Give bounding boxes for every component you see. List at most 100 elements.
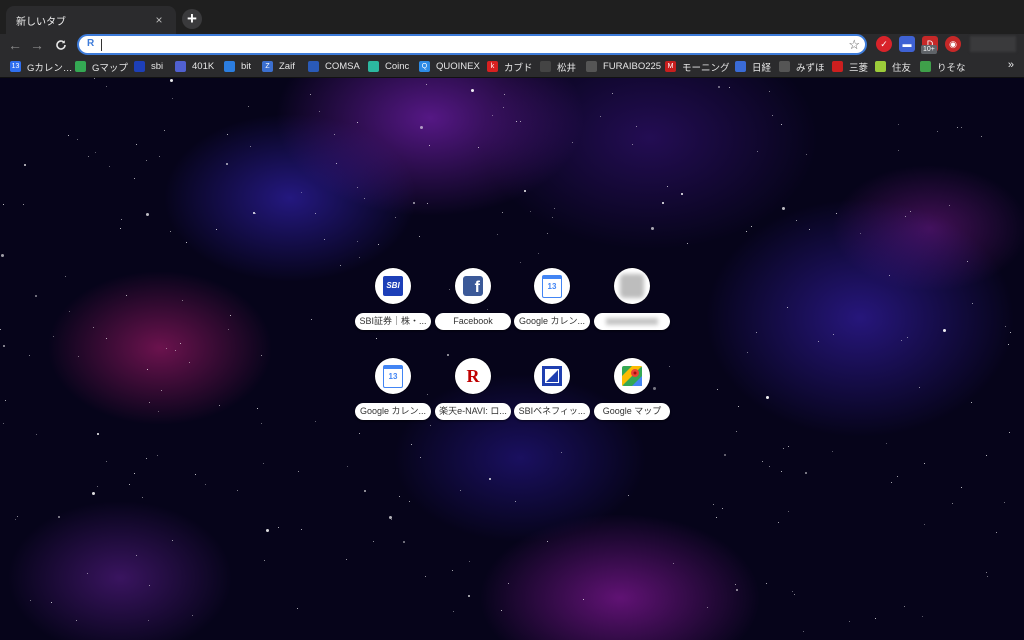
- star-dot: [772, 115, 773, 116]
- star-dot: [781, 124, 782, 125]
- star-dot: [411, 444, 412, 445]
- star-dot: [489, 478, 491, 480]
- star-dot: [716, 517, 717, 518]
- star-dot: [547, 541, 548, 542]
- star-dot: [972, 303, 973, 304]
- star-dot: [17, 516, 18, 517]
- star-dot: [301, 529, 302, 530]
- star-dot: [769, 466, 770, 467]
- sbi-icon: SBI: [375, 268, 411, 304]
- star-dot: [809, 229, 810, 230]
- star-dot: [501, 610, 502, 611]
- star-dot: [738, 406, 739, 407]
- star-dot: [904, 606, 905, 607]
- bookmarks-overflow-icon[interactable]: »: [1008, 59, 1014, 71]
- profile-avatar[interactable]: [970, 36, 1016, 52]
- shortcut-tile[interactable]: SBI SBI証券｜株・...: [355, 268, 431, 338]
- bookmark-item[interactable]: Coinc: [368, 59, 409, 74]
- bookmark-label: Gマップ: [92, 62, 128, 74]
- shortcut-label: Google カレン...: [514, 313, 590, 330]
- shortcut-tile[interactable]: 13 Google カレン...: [355, 358, 431, 428]
- bookmark-item[interactable]: COMSA: [308, 59, 360, 74]
- shortcut-tile[interactable]: Google マップ: [594, 358, 670, 428]
- tab-strip: 新しいタブ × +: [0, 0, 1024, 34]
- star-dot: [782, 207, 785, 210]
- shortcut-tile[interactable]: f Facebook: [435, 268, 511, 338]
- star-dot: [757, 151, 758, 152]
- star-dot: [413, 202, 415, 204]
- star-dot: [420, 126, 423, 129]
- star-dot: [783, 448, 784, 449]
- bookmark-item[interactable]: 住友: [875, 59, 911, 74]
- mufg-icon: [832, 61, 843, 72]
- star-dot: [334, 134, 335, 135]
- bookmark-item[interactable]: k カブド: [487, 59, 533, 74]
- bookmark-item[interactable]: FURAIBO225: [586, 59, 661, 74]
- extension-red-icon[interactable]: ✓: [876, 36, 892, 52]
- bookmark-label: カブド: [504, 62, 533, 74]
- star-dot: [68, 135, 69, 136]
- facebook-icon: f: [455, 268, 491, 304]
- extension-chat-icon[interactable]: ▬: [899, 36, 915, 52]
- close-icon[interactable]: ×: [152, 13, 166, 27]
- bookmark-item[interactable]: Z Zaif: [262, 59, 295, 74]
- star-dot: [180, 343, 181, 344]
- star-dot: [735, 584, 736, 585]
- address-input[interactable]: [103, 37, 827, 54]
- shortcut-tile[interactable]: [594, 268, 670, 338]
- star-dot: [94, 78, 95, 79]
- star-dot: [391, 519, 392, 520]
- tab-new-tab[interactable]: 新しいタブ ×: [6, 6, 176, 34]
- star-dot: [907, 337, 908, 338]
- bookmark-item[interactable]: sbi: [134, 59, 163, 74]
- shortcut-tile[interactable]: R 楽天e-NAVI: ロ...: [435, 358, 511, 428]
- star-dot: [718, 86, 720, 88]
- star-dot: [36, 434, 37, 435]
- bookmark-item[interactable]: Q QUOINEX: [419, 59, 480, 74]
- extension-round-icon[interactable]: ◉: [945, 36, 961, 52]
- bookmark-item[interactable]: Gマップ: [75, 59, 128, 74]
- star-dot: [952, 503, 953, 504]
- star-dot: [146, 458, 147, 459]
- star-dot: [901, 340, 902, 341]
- star-dot: [255, 213, 256, 214]
- bookmark-item[interactable]: 401K: [175, 59, 214, 74]
- bookmark-label: Zaif: [279, 61, 295, 72]
- star-dot: [1010, 332, 1011, 333]
- star-dot: [729, 87, 730, 88]
- bookmark-label: Coinc: [385, 61, 410, 72]
- star-dot: [981, 136, 982, 137]
- star-dot: [425, 576, 426, 577]
- star-dot: [336, 163, 337, 164]
- forward-arrow-icon[interactable]: →: [28, 36, 46, 54]
- bookmark-item[interactable]: 三菱: [832, 59, 868, 74]
- star-dot: [722, 508, 723, 509]
- page-icon: [586, 61, 597, 72]
- bookmark-item[interactable]: 日経: [735, 59, 771, 74]
- star-dot: [230, 315, 231, 316]
- bookmark-star-icon[interactable]: ☆: [848, 37, 860, 52]
- shortcut-tile[interactable]: 13 Google カレン...: [514, 268, 590, 338]
- star-dot: [818, 341, 819, 342]
- bookmark-item[interactable]: 13 Gカレン…: [10, 59, 72, 74]
- star-dot: [516, 121, 517, 122]
- bookmark-item[interactable]: りそな: [920, 59, 966, 74]
- star-dot: [164, 130, 165, 131]
- new-tab-button[interactable]: +: [182, 9, 202, 29]
- star-dot: [886, 443, 887, 444]
- bookmark-item[interactable]: M モーニング: [665, 59, 730, 74]
- bookmark-item[interactable]: みずほ: [779, 59, 825, 74]
- star-dot: [794, 594, 795, 595]
- star-dot: [967, 261, 968, 262]
- reload-icon[interactable]: [52, 36, 70, 54]
- star-dot: [524, 190, 526, 192]
- bookmark-item[interactable]: 松井: [540, 59, 576, 74]
- star-dot: [453, 611, 454, 612]
- bookmark-item[interactable]: bit: [224, 59, 251, 74]
- back-arrow-icon[interactable]: ←: [6, 36, 24, 54]
- shortcut-tile[interactable]: SBIベネフィッ...: [514, 358, 590, 428]
- bookmark-label: bit: [241, 61, 252, 72]
- address-bar[interactable]: R ☆: [77, 34, 867, 55]
- star-dot: [919, 387, 920, 388]
- star-dot: [195, 474, 196, 475]
